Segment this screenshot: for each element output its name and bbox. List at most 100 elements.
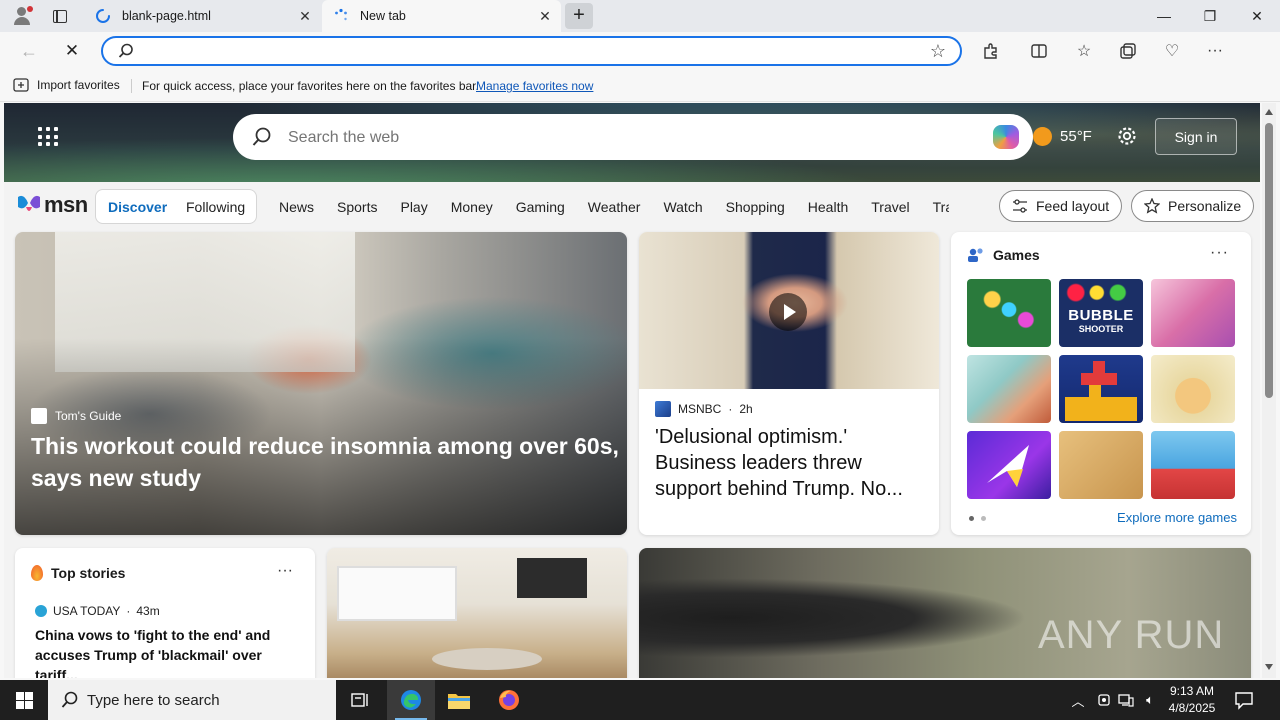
address-input[interactable]	[141, 42, 901, 60]
more-options-icon[interactable]: ···	[277, 562, 293, 580]
nav-news[interactable]: News	[279, 199, 314, 215]
scroll-up-icon[interactable]	[1265, 109, 1273, 115]
page-scrollbar[interactable]	[1262, 103, 1276, 678]
notification-icon[interactable]	[1232, 688, 1256, 712]
app-launcher-icon[interactable]	[38, 127, 58, 147]
weather-widget[interactable]: 55°F	[1033, 127, 1092, 146]
tab-blank-page[interactable]: blank-page.html ✕	[84, 0, 321, 32]
nav-health[interactable]: Health	[808, 199, 848, 215]
tray-chevron-icon[interactable]: ︿	[1068, 680, 1088, 720]
favorite-star-icon[interactable]: ☆	[930, 41, 946, 62]
tab-actions-icon[interactable]	[48, 6, 72, 26]
collections-icon[interactable]	[1117, 40, 1139, 62]
nav-truncated[interactable]: Tra	[933, 199, 949, 215]
search-icon	[252, 127, 272, 150]
favorites-icon[interactable]: ☆	[1073, 40, 1095, 62]
nav-play[interactable]: Play	[400, 199, 427, 215]
clock-time: 9:13 AM	[1169, 684, 1215, 698]
game-tile-hotel[interactable]	[1151, 431, 1235, 499]
taskbar-search[interactable]	[48, 680, 336, 720]
address-bar[interactable]: ☆	[101, 36, 962, 66]
personalize-button[interactable]: Personalize	[1131, 190, 1255, 222]
video-article-card[interactable]: MSNBC · 2h 'Delusional optimism.' Busine…	[639, 232, 939, 535]
flame-icon	[31, 565, 43, 581]
article-age: 43m	[136, 604, 160, 618]
article-title[interactable]: 'Delusional optimism.' Business leaders …	[655, 424, 925, 502]
more-menu-icon[interactable]: ···	[1204, 40, 1226, 62]
game-tile-cat[interactable]	[1151, 355, 1235, 423]
nav-gaming[interactable]: Gaming	[516, 199, 565, 215]
game-tile-jewels[interactable]	[967, 279, 1051, 347]
feed-tabs: Discover Following	[95, 189, 257, 224]
nav-travel[interactable]: Travel	[871, 199, 909, 215]
source-name: USA TODAY	[53, 604, 121, 618]
source-name: MSNBC	[678, 402, 722, 416]
article-title[interactable]: This workout could reduce insomnia among…	[31, 430, 621, 494]
explore-more-games-link[interactable]: Explore more games	[1117, 510, 1237, 525]
bubble-shooter-title: BUBBLE	[1068, 307, 1134, 324]
network-icon[interactable]	[1116, 680, 1136, 720]
nav-sports[interactable]: Sports	[337, 199, 377, 215]
personalize-icon	[1144, 198, 1160, 214]
close-tab-icon[interactable]: ✕	[537, 8, 553, 24]
close-tab-icon[interactable]: ✕	[297, 8, 313, 24]
search-icon	[118, 43, 134, 62]
tab-discover[interactable]: Discover	[108, 199, 167, 215]
hero-article-card[interactable]: Tom's Guide This workout could reduce in…	[15, 232, 627, 535]
weather-unit: °F	[1076, 128, 1092, 145]
article-source: USA TODAY · 43m	[35, 604, 160, 618]
games-card: Games ··· BUBBLE SHOOTER Explore more ga…	[951, 232, 1251, 535]
web-search-input[interactable]	[288, 128, 888, 148]
more-options-icon[interactable]: ···	[1210, 244, 1229, 262]
split-screen-icon[interactable]	[1028, 40, 1050, 62]
close-window-icon[interactable]: ✕	[1234, 0, 1280, 32]
taskbar-search-input[interactable]	[87, 691, 327, 709]
settings-gear-icon[interactable]	[1116, 125, 1138, 147]
play-icon[interactable]	[769, 293, 807, 331]
game-tile-crazy-games[interactable]	[967, 431, 1051, 499]
nav-weather[interactable]: Weather	[588, 199, 641, 215]
personalize-label: Personalize	[1168, 198, 1242, 214]
browser-essentials-icon[interactable]: ♡	[1161, 40, 1183, 62]
web-search-box[interactable]	[233, 114, 1033, 160]
edge-taskbar-icon[interactable]	[387, 680, 435, 720]
article-title[interactable]: China vows to 'fight to the end' and acc…	[35, 625, 299, 678]
system-clock[interactable]: 9:13 AM 4/8/2025	[1160, 683, 1224, 717]
category-nav: News Sports Play Money Gaming Weather Wa…	[279, 199, 949, 215]
new-tab-button[interactable]: +	[565, 3, 593, 29]
game-tile-bubble-shooter[interactable]: BUBBLE SHOOTER	[1059, 279, 1143, 347]
file-explorer-icon[interactable]	[435, 680, 483, 720]
profile-icon[interactable]	[9, 4, 35, 28]
task-view-icon[interactable]	[336, 680, 384, 720]
games-pager[interactable]	[969, 516, 986, 521]
volume-icon[interactable]: 🔈︎	[1140, 680, 1160, 720]
restore-icon[interactable]: ❐	[1187, 0, 1233, 32]
sign-in-button[interactable]: Sign in	[1155, 118, 1237, 155]
nav-watch[interactable]: Watch	[663, 199, 702, 215]
game-tile-makeup[interactable]	[1151, 279, 1235, 347]
copilot-search-icon[interactable]	[993, 125, 1019, 149]
start-button[interactable]	[0, 680, 48, 720]
nav-money[interactable]: Money	[451, 199, 493, 215]
game-tile-hospital[interactable]	[967, 355, 1051, 423]
stop-loading-icon[interactable]: ✕	[57, 36, 87, 66]
back-icon[interactable]: ←	[14, 36, 44, 66]
firefox-icon[interactable]	[485, 680, 533, 720]
feed-layout-button[interactable]: Feed layout	[999, 190, 1123, 222]
extensions-icon[interactable]	[980, 40, 1002, 62]
msn-logo[interactable]: msn	[16, 192, 88, 218]
tab-strip: blank-page.html ✕ New tab ✕ + — ❐ ✕	[0, 0, 1280, 32]
scroll-thumb[interactable]	[1265, 123, 1273, 398]
tab-new-tab[interactable]: New tab ✕	[322, 0, 561, 32]
import-favorites-button[interactable]: Import favorites	[13, 78, 120, 92]
tab-following[interactable]: Following	[186, 199, 245, 215]
game-tile-blocks[interactable]	[1059, 355, 1143, 423]
nav-shopping[interactable]: Shopping	[726, 199, 785, 215]
scroll-down-icon[interactable]	[1265, 664, 1273, 670]
bubble-shooter-subtitle: SHOOTER	[1078, 324, 1124, 334]
kitchen-article-card[interactable]	[327, 548, 627, 678]
manage-favorites-link[interactable]: Manage favorites now	[476, 79, 593, 93]
game-tile-wood-nuts[interactable]	[1059, 431, 1143, 499]
minimize-icon[interactable]: —	[1141, 0, 1187, 32]
tray-device-icon[interactable]	[1094, 680, 1114, 720]
